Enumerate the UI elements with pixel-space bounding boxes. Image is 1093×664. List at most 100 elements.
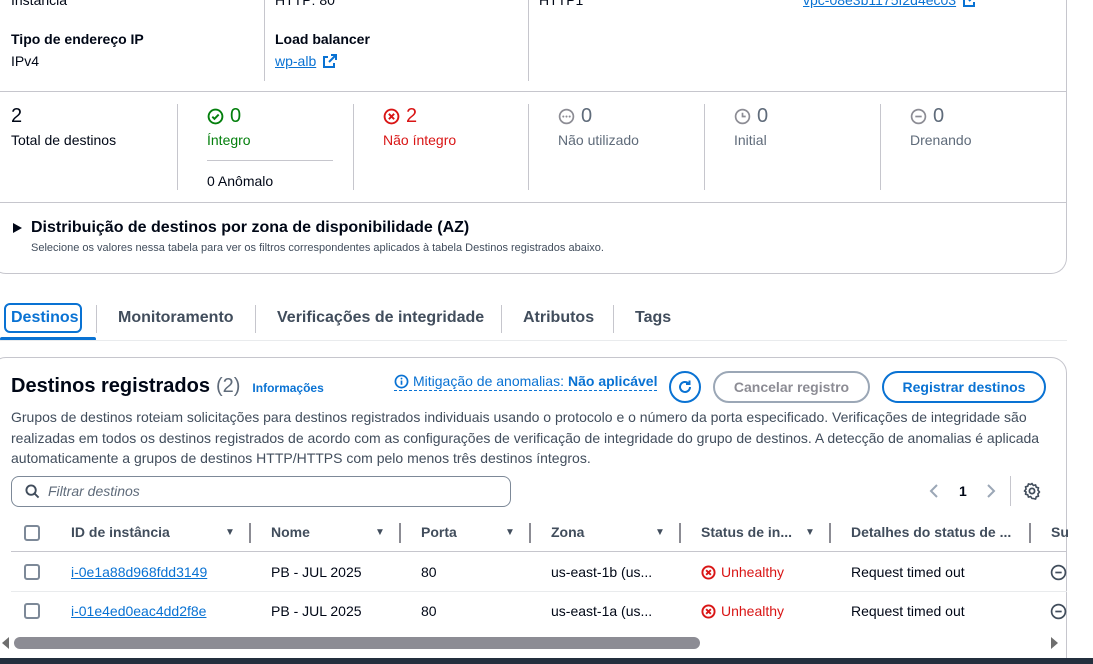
column-header-port[interactable]: Porta [421, 524, 457, 540]
mitigation-value: Não aplicável [567, 373, 658, 389]
registered-targets-title: Destinos registrados [11, 375, 210, 397]
error-circle-icon [701, 564, 716, 580]
unhealthy-label: Não íntegro [383, 132, 457, 148]
registered-targets-description: Grupos de destinos roteiam solicitações … [11, 409, 1040, 466]
sort-icon[interactable]: ▼ [375, 527, 385, 538]
column-header-health-status[interactable]: Status de in... [701, 524, 792, 540]
column-header-truncated[interactable]: Su [1051, 524, 1069, 540]
tab-tags[interactable]: Tags [635, 309, 671, 327]
target-type-value: Instância [11, 0, 68, 8]
filter-targets-placeholder: Filtrar destinos [48, 483, 140, 499]
protocol-version-value: HTTP1 [539, 0, 584, 8]
instance-id-link[interactable]: i-01e4ed0eac4dd2f8e [71, 603, 206, 619]
unhealthy-stat[interactable]: 2 [383, 105, 417, 128]
healthy-label: Íntegro [207, 132, 251, 148]
unused-count: 0 [581, 105, 593, 127]
select-all-checkbox[interactable] [24, 525, 40, 541]
port-cell: 80 [421, 603, 437, 619]
health-details-cell: Request timed out [851, 564, 965, 580]
row-checkbox[interactable] [24, 603, 40, 619]
minus-circle-icon [1050, 603, 1067, 623]
health-status-text: Unhealthy [721, 564, 785, 580]
draining-label: Drenando [910, 132, 972, 148]
ip-type-value: IPv4 [11, 53, 40, 69]
external-link-icon [323, 54, 338, 68]
cancel-registration-button[interactable]: Cancelar registro [713, 371, 870, 403]
page-number[interactable]: 1 [959, 483, 967, 499]
error-circle-icon [701, 603, 716, 619]
lb-label: Load balancer [275, 31, 370, 47]
anomaly-mitigation-popover[interactable]: Mitigação de anomalias: Não aplicável [394, 373, 658, 391]
unused-stat[interactable]: 0 [558, 105, 592, 128]
health-status-cell[interactable]: Unhealthy [701, 564, 784, 580]
refresh-button[interactable] [669, 371, 701, 403]
refresh-icon [679, 380, 691, 393]
instance-id-link[interactable]: i-0e1a88d968fdd3149 [71, 564, 207, 580]
initial-stat[interactable]: 0 [734, 105, 768, 128]
tab-monitoramento[interactable]: Monitoramento [118, 309, 234, 327]
unhealthy-count: 2 [406, 105, 418, 127]
port-cell: 80 [421, 564, 437, 580]
sort-icon[interactable]: ▼ [655, 527, 665, 538]
column-header-zone[interactable]: Zona [551, 524, 584, 540]
chevron-right-icon [987, 484, 996, 498]
registered-targets-count: (2) [215, 375, 241, 397]
check-circle-icon [207, 108, 224, 125]
tab-verificacoes-integridade[interactable]: Verificações de integridade [277, 309, 484, 327]
scrollbar-thumb[interactable] [14, 637, 700, 649]
health-status-text: Unhealthy [721, 603, 785, 619]
chevron-left-icon [929, 484, 938, 498]
sort-icon[interactable]: ▼ [505, 527, 515, 538]
minus-circle-icon [910, 108, 927, 125]
register-targets-button[interactable]: Registrar destinos [882, 371, 1046, 403]
total-targets-label: Total de destinos [11, 132, 117, 148]
column-header-instance-id[interactable]: ID de instância [71, 524, 170, 540]
name-cell: PB - JUL 2025 [271, 603, 362, 619]
external-link-icon [962, 0, 975, 7]
az-distribution-title: Distribuição de destinos por zona de dis… [31, 219, 470, 236]
unused-label: Não utilizado [558, 132, 639, 148]
column-header-name[interactable]: Nome [271, 524, 310, 540]
lb-link-label[interactable]: wp-alb [275, 53, 316, 69]
vpc-link-label[interactable]: vpc-08e3b1175f2d4ec03 [803, 0, 956, 8]
ellipsis-circle-icon [558, 108, 575, 125]
info-icon [394, 374, 409, 388]
column-header-health-details[interactable]: Detalhes do status de ... [851, 524, 1011, 540]
info-link[interactable]: Informações [252, 381, 323, 395]
taskbar-edge [0, 658, 1093, 664]
tab-atributos[interactable]: Atributos [523, 309, 594, 327]
scroll-right-arrow[interactable] [1050, 636, 1058, 652]
health-status-cell[interactable]: Unhealthy [701, 603, 784, 619]
minus-circle-icon [1050, 564, 1067, 584]
gear-icon [1023, 482, 1041, 500]
table-settings-button[interactable] [1023, 482, 1041, 503]
initial-label: Initial [734, 132, 767, 148]
filter-targets-input[interactable]: Filtrar destinos [11, 476, 511, 507]
caret-right-icon [13, 223, 22, 233]
total-targets-count: 2 [11, 105, 23, 127]
row-checkbox[interactable] [24, 564, 40, 580]
draining-stat[interactable]: 0 [910, 105, 944, 128]
sort-icon[interactable]: ▼ [805, 527, 815, 538]
ip-type-label: Tipo de endereço IP [11, 31, 144, 47]
lb-link[interactable]: wp-alb [275, 53, 338, 69]
scroll-left-arrow[interactable] [2, 636, 10, 652]
anomalous-label[interactable]: 0 Anômalo [207, 173, 273, 189]
mitigation-prefix: Mitigação de anomalias: [413, 373, 564, 389]
search-icon [25, 484, 40, 499]
az-distribution-toggle[interactable]: Distribuição de destinos por zona de dis… [13, 219, 469, 237]
zone-cell: us-east-1a (us... [551, 603, 653, 619]
zone-cell: us-east-1b (us... [551, 564, 653, 580]
healthy-count: 0 [230, 105, 242, 127]
sort-icon[interactable]: ▼ [225, 527, 235, 538]
initial-count: 0 [757, 105, 769, 127]
draining-count: 0 [933, 105, 945, 127]
next-page-button[interactable] [985, 483, 997, 502]
tab-destinos[interactable]: Destinos [11, 309, 79, 327]
name-cell: PB - JUL 2025 [271, 564, 362, 580]
healthy-stat[interactable]: 0 [207, 105, 241, 128]
prev-page-button[interactable] [928, 483, 940, 502]
clock-icon [734, 108, 751, 125]
protocol-port-value: HTTP: 80 [275, 0, 335, 8]
vpc-link[interactable]: vpc-08e3b1175f2d4ec03 [803, 0, 977, 8]
